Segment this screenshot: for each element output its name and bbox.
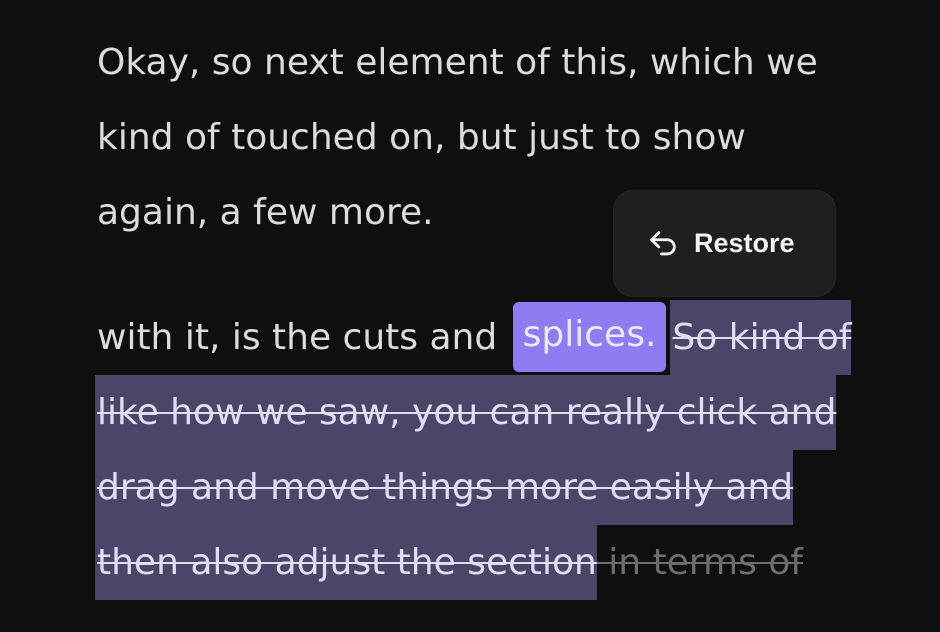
- transcript-line[interactable]: Okay, so next element of this, which we: [97, 25, 818, 100]
- transcript-line[interactable]: drag and move things more easily and: [95, 450, 794, 525]
- selected-word[interactable]: splices.: [512, 302, 667, 372]
- undo-icon: [650, 230, 676, 255]
- transcript-line[interactable]: like how we saw, you can really click an…: [95, 375, 837, 450]
- deleted-text[interactable]: like how we saw, you can really click an…: [95, 375, 837, 450]
- deleted-text[interactable]: So kind of: [670, 300, 852, 375]
- transcript-line[interactable]: with it, is the cuts and splices. So kind…: [97, 300, 852, 375]
- deleted-text[interactable]: then also adjust the section: [95, 525, 597, 600]
- transcript-line[interactable]: then also adjust the section in terms of: [95, 525, 803, 600]
- deleted-text-dimmed[interactable]: in terms of: [597, 542, 803, 583]
- transcript-text[interactable]: with it, is the cuts and: [97, 317, 509, 358]
- restore-button-label: Restore: [694, 228, 795, 258]
- restore-button[interactable]: Restore: [613, 190, 836, 297]
- transcript-line[interactable]: again, a few more.: [97, 175, 434, 250]
- deleted-text[interactable]: drag and move things more easily and: [95, 450, 794, 525]
- transcript-line[interactable]: kind of touched on, but just to show: [97, 100, 746, 175]
